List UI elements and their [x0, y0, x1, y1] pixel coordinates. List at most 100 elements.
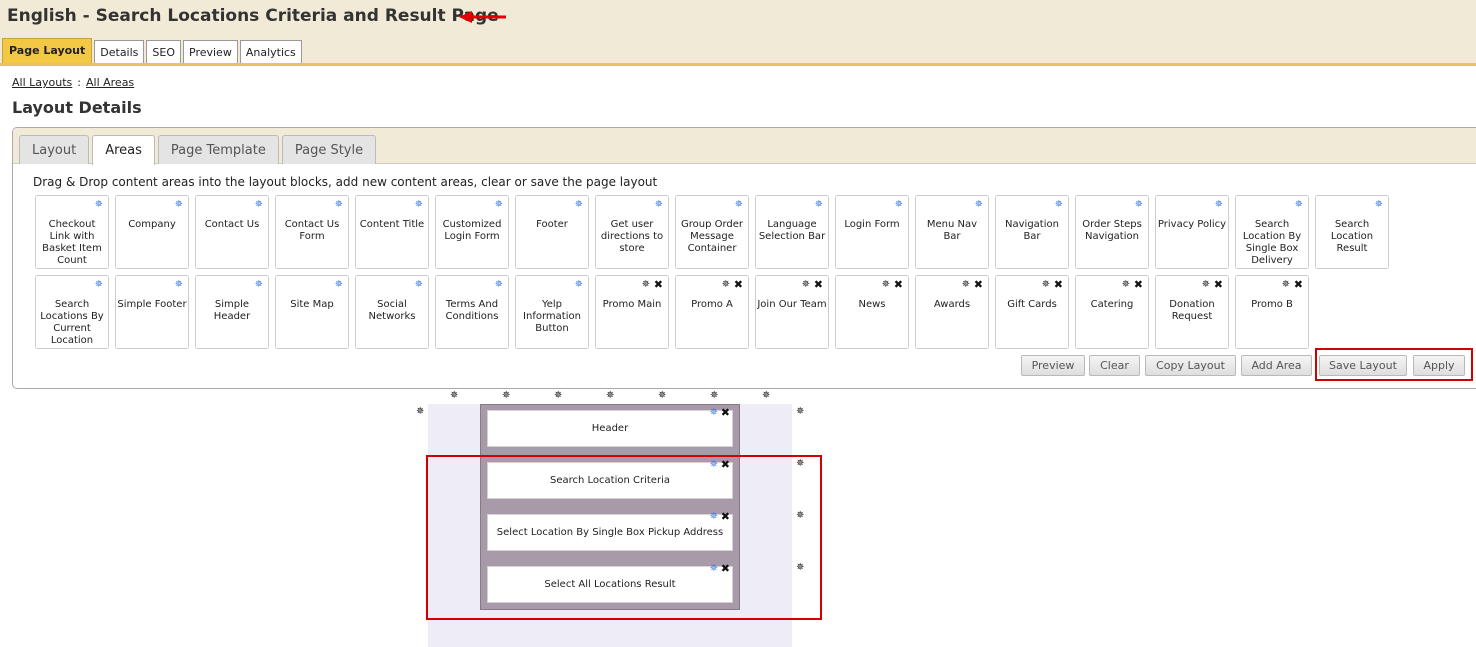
close-icon[interactable]: ✖ [1134, 279, 1143, 290]
content-area-tile[interactable]: Order Steps Navigation ✵ [1075, 195, 1149, 269]
content-area-tile[interactable]: Donation Request ✵ ✖ [1155, 275, 1229, 349]
clear-button[interactable]: Clear [1089, 355, 1140, 376]
settings-gear-icon[interactable]: ✵ [95, 280, 103, 290]
content-area-tile[interactable]: Language Selection Bar ✵ [755, 195, 829, 269]
settings-gear-icon[interactable]: ✵ [815, 200, 823, 210]
content-area-tile[interactable]: Terms And Conditions ✵ [435, 275, 509, 349]
tab-areas[interactable]: Areas [92, 135, 155, 165]
layout-block[interactable]: Search Location Criteria ✵ ✖ [487, 458, 733, 499]
settings-gear-icon[interactable]: ✵ [415, 200, 423, 210]
layout-gear-icon[interactable]: ✵ [502, 391, 510, 401]
content-area-tile[interactable]: Simple Header ✵ [195, 275, 269, 349]
content-area-tile[interactable]: Login Form ✵ [835, 195, 909, 269]
close-icon[interactable]: ✖ [814, 279, 823, 290]
content-area-tile[interactable]: Promo Main ✵ ✖ [595, 275, 669, 349]
layout-gear-icon[interactable]: ✵ [416, 407, 424, 417]
settings-gear-icon[interactable]: ✵ [175, 280, 183, 290]
copy-layout-button[interactable]: Copy Layout [1145, 355, 1236, 376]
settings-gear-icon[interactable]: ✵ [175, 200, 183, 210]
content-area-tile[interactable]: Content Title ✵ [355, 195, 429, 269]
tab-page-style[interactable]: Page Style [281, 135, 377, 164]
layout-gear-icon[interactable]: ✵ [796, 459, 804, 469]
settings-gear-icon[interactable]: ✵ [575, 280, 583, 290]
settings-gear-icon[interactable]: ✵ [1295, 200, 1303, 210]
content-area-tile[interactable]: Promo A ✵ ✖ [675, 275, 749, 349]
save-layout-button[interactable]: Save Layout [1319, 355, 1407, 376]
settings-gear-icon[interactable]: ✵ [1202, 280, 1210, 290]
remove-icon[interactable]: ✖ [721, 562, 730, 575]
content-area-tile[interactable]: Search Location By Single Box Delivery A… [1235, 195, 1309, 269]
breadcrumb-all-layouts[interactable]: All Layouts [12, 76, 72, 89]
settings-gear-icon[interactable]: ✵ [882, 280, 890, 290]
content-area-tile[interactable]: Group Order Message Container ✵ [675, 195, 749, 269]
content-area-tile[interactable]: Navigation Bar ✵ [995, 195, 1069, 269]
tab-analytics[interactable]: Analytics [239, 40, 302, 63]
content-area-tile[interactable]: Company ✵ [115, 195, 189, 269]
close-icon[interactable]: ✖ [1294, 279, 1303, 290]
settings-gear-icon[interactable]: ✵ [95, 200, 103, 210]
settings-gear-icon[interactable]: ✵ [255, 200, 263, 210]
content-area-tile[interactable]: Checkout Link with Basket Item Count ✵ [35, 195, 109, 269]
settings-gear-icon[interactable]: ✵ [895, 200, 903, 210]
settings-gear-icon[interactable]: ✵ [575, 200, 583, 210]
settings-gear-icon[interactable]: ✵ [255, 280, 263, 290]
content-area-tile[interactable]: Search Locations By Current Location ✵ [35, 275, 109, 349]
settings-gear-icon[interactable]: ✵ [1282, 280, 1290, 290]
layout-gear-icon[interactable]: ✵ [606, 391, 614, 401]
close-icon[interactable]: ✖ [974, 279, 983, 290]
add-area-button[interactable]: Add Area [1241, 355, 1312, 376]
layout-block[interactable]: Select Location By Single Box Pickup Add… [487, 510, 733, 551]
breadcrumb-all-areas[interactable]: All Areas [86, 76, 134, 89]
content-area-tile[interactable]: Customized Login Form ✵ [435, 195, 509, 269]
layout-gear-icon[interactable]: ✵ [710, 391, 718, 401]
tab-page-layout[interactable]: Page Layout [2, 38, 93, 63]
settings-gear-icon[interactable]: ✵ [1375, 200, 1383, 210]
layout-gear-icon[interactable]: ✵ [554, 391, 562, 401]
content-area-tile[interactable]: Social Networks ✵ [355, 275, 429, 349]
layout-gear-icon[interactable]: ✵ [796, 563, 804, 573]
layout-gear-icon[interactable]: ✵ [796, 407, 804, 417]
content-area-tile[interactable]: Contact Us Form ✵ [275, 195, 349, 269]
content-area-tile[interactable]: Join Our Team ✵ ✖ [755, 275, 829, 349]
content-area-tile[interactable]: Awards ✵ ✖ [915, 275, 989, 349]
settings-gear-icon[interactable]: ✵ [710, 459, 718, 470]
content-area-tile[interactable]: Site Map ✵ [275, 275, 349, 349]
content-area-tile[interactable]: Yelp Information Button ✵ [515, 275, 589, 349]
preview-button[interactable]: Preview [1021, 355, 1085, 376]
settings-gear-icon[interactable]: ✵ [802, 280, 810, 290]
layout-gear-icon[interactable]: ✵ [450, 391, 458, 401]
settings-gear-icon[interactable]: ✵ [1215, 200, 1223, 210]
settings-gear-icon[interactable]: ✵ [495, 280, 503, 290]
settings-gear-icon[interactable]: ✵ [495, 200, 503, 210]
settings-gear-icon[interactable]: ✵ [710, 511, 718, 522]
content-area-tile[interactable]: Promo B ✵ ✖ [1235, 275, 1309, 349]
close-icon[interactable]: ✖ [734, 279, 743, 290]
settings-gear-icon[interactable]: ✵ [722, 280, 730, 290]
settings-gear-icon[interactable]: ✵ [655, 200, 663, 210]
tab-preview[interactable]: Preview [183, 40, 238, 63]
settings-gear-icon[interactable]: ✵ [1135, 200, 1143, 210]
settings-gear-icon[interactable]: ✵ [735, 200, 743, 210]
layout-gear-icon[interactable]: ✵ [658, 391, 666, 401]
settings-gear-icon[interactable]: ✵ [1122, 280, 1130, 290]
content-area-tile[interactable]: Gift Cards ✵ ✖ [995, 275, 1069, 349]
content-area-tile[interactable]: Menu Nav Bar ✵ [915, 195, 989, 269]
layout-block[interactable]: Select All Locations Result ✵ ✖ [487, 562, 733, 603]
settings-gear-icon[interactable]: ✵ [962, 280, 970, 290]
content-area-tile[interactable]: Get user directions to store ✵ [595, 195, 669, 269]
settings-gear-icon[interactable]: ✵ [710, 563, 718, 574]
settings-gear-icon[interactable]: ✵ [335, 200, 343, 210]
tab-details[interactable]: Details [94, 40, 145, 63]
settings-gear-icon[interactable]: ✵ [710, 407, 718, 418]
layout-block[interactable]: Header ✵ ✖ [487, 406, 733, 447]
content-area-tile[interactable]: Catering ✵ ✖ [1075, 275, 1149, 349]
tab-seo[interactable]: SEO [146, 40, 181, 63]
layout-gear-icon[interactable]: ✵ [762, 391, 770, 401]
remove-icon[interactable]: ✖ [721, 458, 730, 471]
settings-gear-icon[interactable]: ✵ [975, 200, 983, 210]
remove-icon[interactable]: ✖ [721, 406, 730, 419]
content-area-tile[interactable]: Contact Us ✵ [195, 195, 269, 269]
close-icon[interactable]: ✖ [1214, 279, 1223, 290]
content-area-tile[interactable]: News ✵ ✖ [835, 275, 909, 349]
settings-gear-icon[interactable]: ✵ [415, 280, 423, 290]
